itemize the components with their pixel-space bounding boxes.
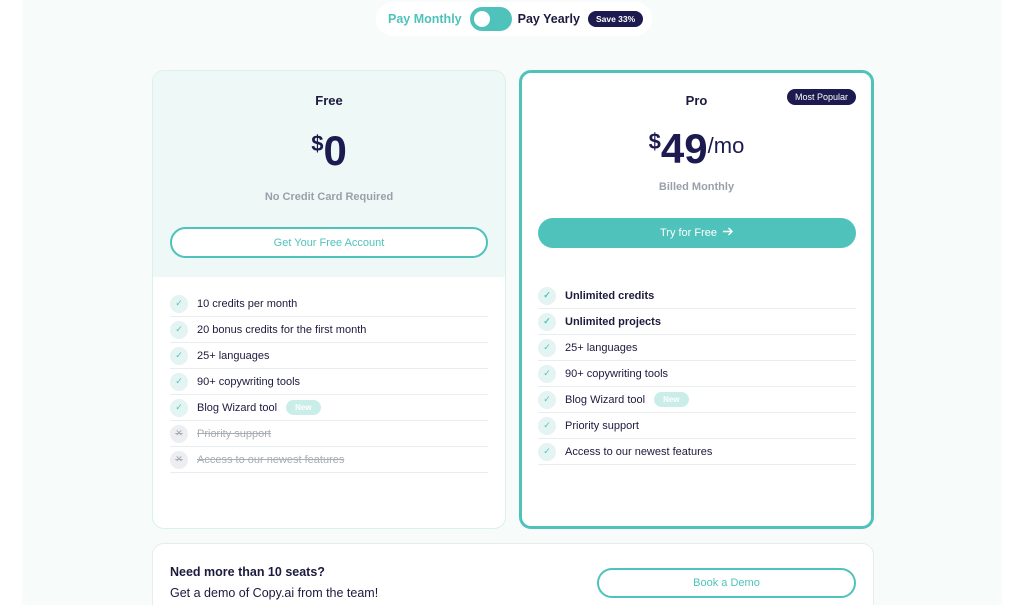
feature-item: ✓ Priority support	[538, 413, 856, 439]
feature-label: Access to our newest features	[197, 453, 345, 466]
feature-item: ✓ 20 bonus credits for the first month	[170, 317, 488, 343]
check-icon: ✓	[170, 294, 188, 313]
save-badge: Save 33%	[587, 11, 644, 27]
feature-item: ✕ Access to our newest features	[170, 447, 488, 473]
check-icon: ✓	[538, 364, 556, 383]
check-icon: ✓	[538, 312, 556, 331]
feature-item: ✓ Unlimited projects	[538, 309, 856, 335]
check-icon: ✓	[538, 286, 556, 305]
plan-price: $49/mo	[522, 125, 871, 173]
book-demo-button[interactable]: Book a Demo	[597, 568, 856, 598]
feature-item: ✓ 25+ languages	[538, 335, 856, 361]
feature-label: 10 credits per month	[197, 297, 298, 310]
check-icon: ✓	[170, 320, 188, 339]
check-icon: ✓	[538, 416, 556, 435]
check-icon: ✓	[170, 372, 188, 391]
feature-label: Priority support	[197, 427, 271, 440]
pay-yearly-label[interactable]: Pay Yearly	[518, 12, 580, 26]
pro-feature-list: ✓ Unlimited credits ✓ Unlimited projects ✓ 25…	[538, 283, 856, 465]
feature-label: Unlimited projects	[565, 315, 661, 328]
plan-note: No Credit Card Required	[264, 191, 394, 203]
feature-item: ✓ Access to our newest features	[538, 439, 856, 465]
x-icon: ✕	[170, 450, 188, 469]
new-badge: New	[654, 392, 689, 407]
pro-plan-card: Most Popular Pro $49/mo Billed Monthly T…	[519, 70, 874, 529]
arrow-right-icon	[723, 227, 734, 239]
get-free-account-button[interactable]: Get Your Free Account	[170, 227, 488, 258]
plan-price: $0	[153, 127, 505, 175]
free-feature-list: ✓ 10 credits per month ✓ 20 bonus credits f…	[170, 291, 488, 473]
feature-label: 20 bonus credits for the first month	[197, 323, 367, 336]
feature-label: Unlimited credits	[565, 289, 655, 302]
price-period: /mo	[707, 133, 745, 158]
try-for-free-button[interactable]: Try for Free	[538, 218, 856, 248]
team-demo-title: Need more than 10 seats?	[170, 565, 325, 579]
pay-monthly-label[interactable]: Pay Monthly	[388, 12, 462, 26]
check-icon: ✓	[538, 442, 556, 461]
check-icon: ✓	[538, 390, 556, 409]
team-demo-card: Need more than 10 seats? Get a demo of C…	[152, 543, 874, 605]
switch-knob	[473, 11, 490, 27]
new-badge: New	[286, 400, 321, 415]
price-currency: $	[311, 131, 324, 156]
billing-period-switch[interactable]	[469, 7, 512, 31]
team-demo-subtitle: Get a demo of Copy.ai from the team!	[170, 586, 379, 600]
feature-item: ✓ Unlimited credits	[538, 283, 856, 309]
price-currency: $	[648, 129, 661, 154]
price-amount: 49	[660, 125, 708, 172]
plan-note: Billed Monthly	[658, 181, 735, 193]
feature-label: 25+ languages	[197, 349, 270, 362]
check-icon: ✓	[170, 398, 188, 417]
feature-item: ✓ 90+ copywriting tools	[538, 361, 856, 387]
feature-label: Blog Wizard tool	[197, 401, 278, 414]
feature-item: ✓ Blog Wizard tool New	[170, 395, 488, 421]
feature-label: Priority support	[565, 419, 639, 432]
free-plan-header: Free $0 No Credit Card Required Get Your…	[153, 71, 505, 277]
feature-item: ✓ 10 credits per month	[170, 291, 488, 317]
plan-name: Pro	[685, 93, 708, 108]
feature-item: ✕ Priority support	[170, 421, 488, 447]
try-for-free-label: Try for Free	[659, 227, 718, 239]
check-icon: ✓	[170, 346, 188, 365]
check-icon: ✓	[538, 338, 556, 357]
price-amount: 0	[323, 127, 347, 174]
feature-item: ✓ 25+ languages	[170, 343, 488, 369]
feature-item: ✓ Blog Wizard tool New	[538, 387, 856, 413]
plan-name: Free	[315, 93, 343, 108]
free-plan-card: Free $0 No Credit Card Required Get Your…	[152, 70, 506, 529]
feature-label: Access to our newest features	[565, 445, 713, 458]
feature-label: 90+ copywriting tools	[565, 367, 669, 380]
feature-label: 90+ copywriting tools	[197, 375, 301, 388]
x-icon: ✕	[170, 424, 188, 443]
feature-label: Blog Wizard tool	[565, 393, 646, 406]
feature-item: ✓ 90+ copywriting tools	[170, 369, 488, 395]
feature-label: 25+ languages	[565, 341, 638, 354]
billing-toggle-bar: Pay Monthly Pay Yearly Save 33%	[376, 2, 652, 36]
